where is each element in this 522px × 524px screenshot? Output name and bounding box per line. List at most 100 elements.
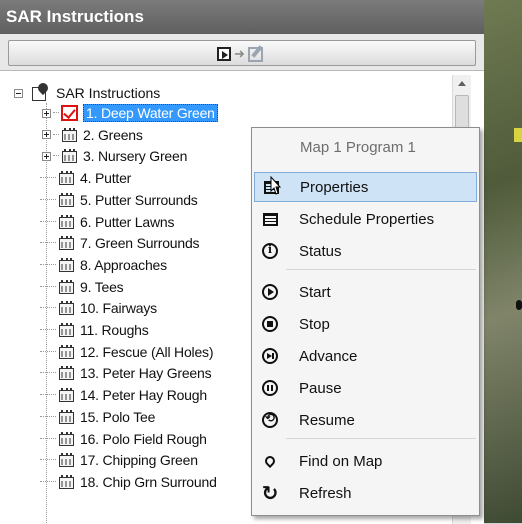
map-marker [516,300,522,310]
export-icon [217,47,231,61]
tree-item-label: 6. Putter Lawns [80,213,175,230]
calendar-icon [58,322,75,338]
tree-connector [40,350,56,353]
expand-icon[interactable] [42,130,51,140]
tree-item[interactable]: 2. Greens [40,125,143,145]
tree-item[interactable]: 16. Polo Field Rough [40,429,207,449]
tree-connector [40,307,56,309]
menu-item-label: Resume [299,411,355,429]
arrow-right-icon: ➜ [234,46,245,61]
tree-connector [53,133,59,136]
tree-connector [40,220,56,223]
calendar-icon [58,474,75,490]
map-pin-icon [259,450,281,472]
tree-item[interactable]: 13. Peter Hay Greens [40,363,212,383]
calendar-icon [61,127,78,143]
tree-root[interactable]: SAR Instructions [14,80,160,103]
tree-item-label: 11. Roughs [80,322,149,338]
menu-item-refresh[interactable]: ↻ Refresh [254,478,477,508]
calendar-icon [58,170,75,186]
tree-connector [53,155,59,157]
tree-item-label: 15. Polo Tee [80,408,156,425]
menu-item-find-on-map[interactable]: Find on Map [254,446,477,476]
stop-icon [259,313,281,335]
tree-connector [40,372,56,374]
menu-item-label: Stop [299,315,330,333]
scroll-up-icon[interactable] [458,81,466,86]
schedule-properties-icon [259,208,281,230]
calendar-icon [58,409,75,425]
panel-title: SAR Instructions [6,7,144,26]
edit-icon [247,46,263,62]
calendar-icon [58,344,75,360]
info-icon [259,240,281,262]
calendar-icon [58,300,75,316]
tree-item[interactable]: 1. Deep Water Green [40,103,218,123]
expand-icon[interactable] [42,108,51,118]
menu-item-stop[interactable]: Stop [254,309,477,339]
menu-item-resume[interactable]: Resume [254,405,477,435]
calendar-icon [58,192,75,208]
tree-item[interactable]: 12. Fescue (All Holes) [40,342,214,362]
tree-item-label: 16. Polo Field Rough [80,430,207,447]
tree-connector [40,285,56,288]
tree-item[interactable]: 9. Tees [40,277,124,297]
calendar-icon [58,257,75,273]
tree-connector [40,242,56,244]
tree-item-label: 13. Peter Hay Greens [80,365,212,382]
menu-separator [286,438,476,439]
menu-separator [286,269,476,270]
toolbar: ➜ [0,34,484,70]
context-menu-header: Map 1 Program 1 [300,139,416,156]
calendar-icon [61,148,78,164]
map-view[interactable] [484,0,522,523]
calendar-icon [58,387,75,403]
tree-connector [40,437,56,440]
calendar-icon [58,214,75,230]
menu-item-label: Properties [300,178,369,196]
menu-item-status[interactable]: Status [254,236,477,266]
menu-item-label: Advance [299,347,358,365]
tree-item[interactable]: 8. Approaches [40,255,167,275]
tree-item[interactable]: 5. Putter Surrounds [40,190,198,210]
map-marker [514,128,522,142]
play-icon [259,281,281,303]
menu-item-properties[interactable]: Properties [254,172,477,202]
export-edit-button[interactable]: ➜ [8,40,476,66]
tree-item[interactable]: 4. Putter [40,168,131,188]
tree-connector [40,329,56,331]
tree-item-label: 14. Peter Hay Rough [80,387,207,404]
menu-item-advance[interactable]: Advance [254,341,477,371]
tree-connector [53,112,59,114]
menu-item-label: Pause [299,379,342,397]
calendar-icon [58,279,75,295]
menu-item-schedule-properties[interactable]: Schedule Properties [254,204,477,234]
tree-item[interactable]: 6. Putter Lawns [40,212,174,232]
panel-title-bar: SAR Instructions [0,0,484,34]
calendar-icon [58,452,75,468]
calendar-icon [58,235,75,251]
mouse-cursor-icon [270,176,282,195]
menu-item-label: Start [299,283,331,301]
tree-item-label: 8. Approaches [80,256,167,273]
tree-item[interactable]: 15. Polo Tee [40,407,155,427]
tree-item[interactable]: 11. Roughs [40,320,149,340]
tree-item-label: 3. Nursery Green [83,148,188,165]
tree-item[interactable]: 14. Peter Hay Rough [40,385,207,405]
context-menu: Map 1 Program 1 Properties Schedule Prope… [251,127,480,516]
tree-item-label: 2. Greens [83,126,143,143]
tree-item[interactable]: 3. Nursery Green [40,146,187,166]
tree-item[interactable]: 17. Chipping Green [40,450,198,470]
tree-connector [40,415,56,418]
menu-item-start[interactable]: Start [254,277,477,307]
tree-item[interactable]: 18. Chip Grn Surround [40,472,217,492]
expand-icon[interactable] [42,151,51,161]
tree-item[interactable]: 10. Fairways [40,298,157,318]
collapse-icon[interactable] [14,88,23,98]
tree-item-label: 4. Putter [80,170,132,187]
tree-item-label: 7. Green Surrounds [80,235,200,252]
menu-item-label: Find on Map [299,452,383,470]
map-document-icon [29,80,51,102]
tree-item[interactable]: 7. Green Surrounds [40,233,200,253]
menu-item-pause[interactable]: Pause [254,373,477,403]
